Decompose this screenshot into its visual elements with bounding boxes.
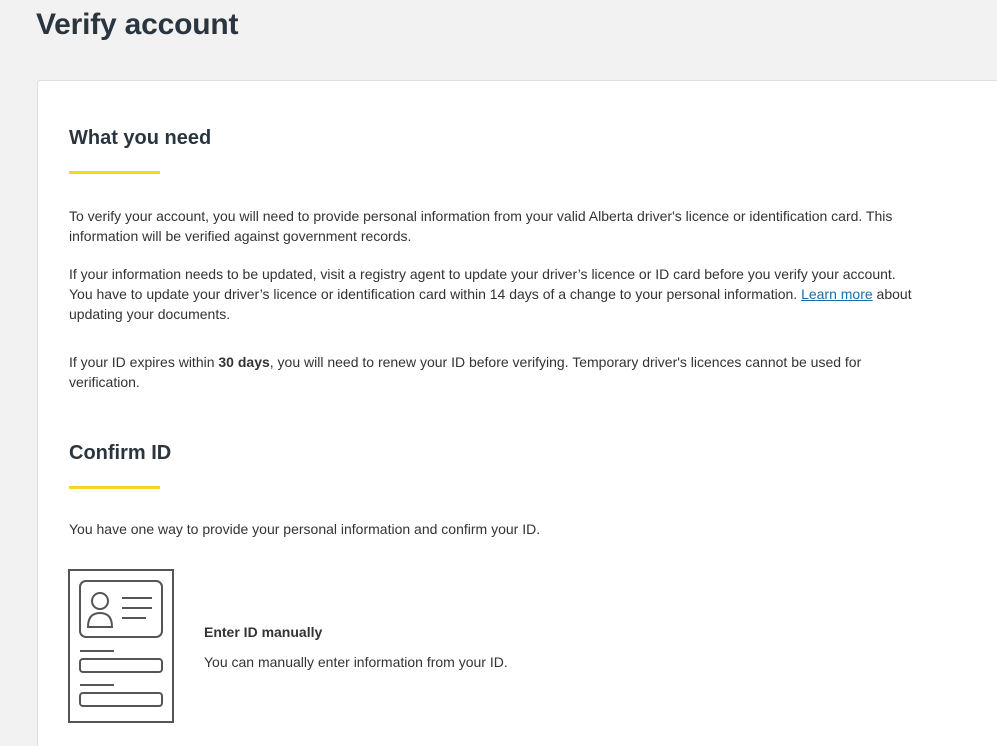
heading-accent-bar	[69, 486, 160, 489]
what-you-need-heading: What you need	[69, 127, 212, 149]
confirm-id-intro: You have one way to provide your persona…	[69, 521, 541, 537]
page: Verify account What you need To verify y…	[0, 0, 997, 746]
requirements-paragraph: To verify your account, you will need to…	[69, 208, 893, 244]
expiry-paragraph: If your ID expires within 30 days, you w…	[69, 352, 919, 392]
what-you-need-section: What you need	[69, 127, 919, 174]
update-info-paragraph: If your information needs to be updated,…	[69, 264, 919, 324]
confirm-id-section: Confirm ID	[69, 442, 919, 489]
enter-id-manually-description: You can manually enter information from …	[204, 654, 508, 670]
heading-accent-bar	[69, 171, 160, 174]
id-card-icon[interactable]	[68, 569, 174, 723]
expiry-text: If your ID expires within	[69, 354, 219, 370]
confirm-id-heading: Confirm ID	[69, 442, 172, 464]
verify-card: What you need To verify your account, yo…	[37, 80, 997, 746]
learn-more-link[interactable]: Learn more	[801, 286, 873, 302]
expiry-days: 30 days	[218, 354, 270, 370]
update-info-text: If your information needs to be updated,…	[69, 266, 896, 302]
enter-id-manually-title[interactable]: Enter ID manually	[204, 624, 322, 640]
page-title: Verify account	[36, 8, 239, 41]
